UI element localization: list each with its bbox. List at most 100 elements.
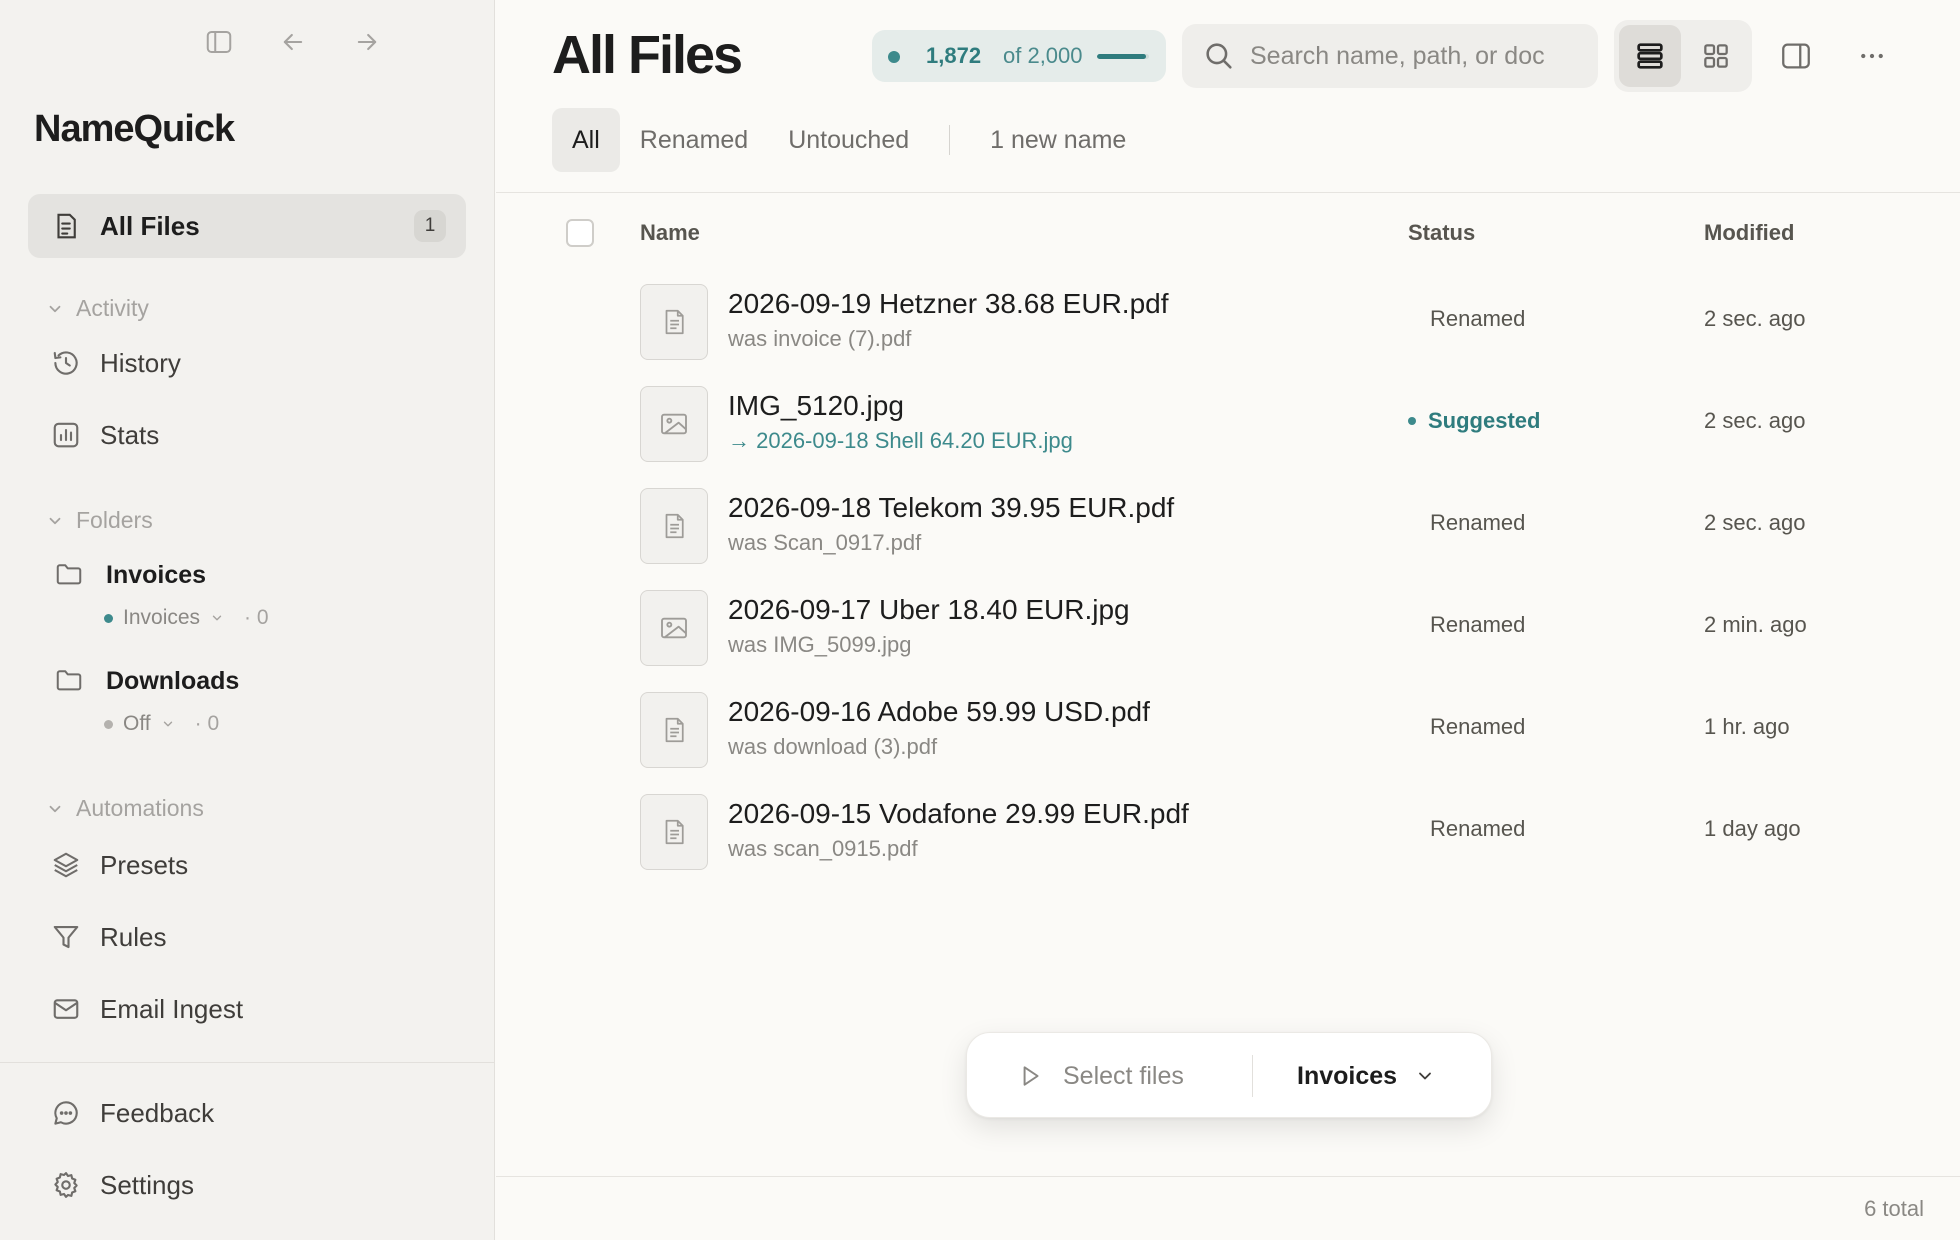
action-bar-divider: [1252, 1055, 1253, 1097]
modified-time: 2 sec. ago: [1704, 408, 1806, 433]
list-view-icon: [1637, 43, 1663, 69]
table-row[interactable]: 2026-09-19 Hetzner 38.68 EUR.pdf was inv…: [496, 270, 1960, 372]
search-box[interactable]: [1182, 24, 1598, 88]
target-folder-dropdown[interactable]: Invoices: [1297, 1055, 1435, 1097]
document-icon: [640, 794, 708, 870]
history-icon: [50, 347, 82, 379]
folder-name: Downloads: [106, 666, 240, 695]
status-label: Renamed: [1430, 816, 1526, 841]
document-icon: [640, 488, 708, 564]
section-header-automations[interactable]: Automations: [46, 795, 204, 822]
sidebar-item-label: Presets: [100, 849, 189, 880]
grid-view-button[interactable]: [1685, 25, 1747, 87]
modified-time: 1 hr. ago: [1704, 714, 1790, 739]
action-bar: Select files Invoices: [966, 1032, 1492, 1118]
section-header-label: Automations: [76, 795, 204, 821]
folder-preset-selector[interactable]: Invoices · 0: [104, 603, 269, 633]
table-row[interactable]: 2026-09-18 Telekom 39.95 EUR.pdf was Sca…: [496, 474, 1960, 576]
status-label: Suggested: [1428, 408, 1541, 433]
modified-time: 2 sec. ago: [1704, 510, 1806, 535]
footer-divider: [496, 1176, 1960, 1177]
sidebar-item-rules[interactable]: Rules: [28, 905, 466, 969]
folder-downloads[interactable]: Downloads Off · 0: [54, 661, 239, 739]
table-row[interactable]: 2026-09-16 Adobe 59.99 USD.pdf was downl…: [496, 678, 1960, 780]
main-content: All Files 1,872 of 2,000 All Renamed Unt…: [496, 0, 1960, 1240]
tab-all[interactable]: All: [552, 108, 620, 172]
play-icon: [1017, 1063, 1043, 1089]
sidebar-item-label: Rules: [100, 921, 167, 952]
folder-row[interactable]: Invoices: [54, 555, 269, 595]
sidebar-toggle-icon[interactable]: [203, 26, 235, 58]
section-header-folders[interactable]: Folders: [46, 507, 153, 534]
list-view-button[interactable]: [1619, 25, 1681, 87]
forward-arrow-icon[interactable]: [351, 26, 383, 58]
file-list-icon: [50, 210, 82, 242]
file-name: 2026-09-19 Hetzner 38.68 EUR.pdf: [728, 288, 1169, 319]
file-original-name: was invoice (7).pdf: [728, 326, 912, 351]
quota-total: of 2,000: [1003, 43, 1083, 68]
back-arrow-icon[interactable]: [277, 26, 309, 58]
folder-row[interactable]: Downloads: [54, 661, 239, 701]
gear-icon: [50, 1169, 82, 1201]
folder-icon: [54, 665, 86, 697]
file-original-name: was download (3).pdf: [728, 734, 938, 759]
chevron-down-icon: [1415, 1066, 1435, 1086]
document-icon: [640, 692, 708, 768]
section-header-label: Activity: [76, 295, 149, 321]
select-files-button[interactable]: Select files: [1017, 1055, 1184, 1097]
status-label: Renamed: [1430, 306, 1526, 331]
quota-indicator[interactable]: 1,872 of 2,000: [872, 30, 1166, 82]
header-divider: [496, 192, 1960, 193]
chevron-down-icon: [161, 717, 175, 731]
sidebar-item-email-ingest[interactable]: Email Ingest: [28, 977, 466, 1041]
sidebar-item-presets[interactable]: Presets: [28, 833, 466, 897]
new-names-filter[interactable]: 1 new name: [970, 108, 1146, 172]
sidebar-divider: [0, 1062, 495, 1063]
inspector-toggle-icon[interactable]: [1776, 36, 1816, 76]
column-header-name[interactable]: Name: [640, 220, 700, 246]
sidebar-item-label: Feedback: [100, 1097, 215, 1128]
more-options-icon[interactable]: [1852, 36, 1892, 76]
chevron-down-icon: [46, 300, 64, 318]
status-dot: [1408, 417, 1416, 425]
column-header-status[interactable]: Status: [1408, 220, 1475, 246]
select-files-label: Select files: [1063, 1061, 1184, 1090]
chevron-down-icon: [46, 512, 64, 530]
sidebar-item-all-files[interactable]: All Files 1: [28, 194, 466, 258]
file-original-name: was Scan_0917.pdf: [728, 530, 922, 555]
sidebar-item-stats[interactable]: Stats: [28, 403, 466, 467]
tab-renamed[interactable]: Renamed: [620, 108, 768, 172]
sidebar-item-label: Stats: [100, 419, 160, 450]
target-folder-label: Invoices: [1297, 1061, 1398, 1090]
sidebar-item-label: All Files: [100, 210, 200, 241]
table-row[interactable]: 2026-09-15 Vodafone 29.99 EUR.pdf was sc…: [496, 780, 1960, 882]
sidebar-item-label: Email Ingest: [100, 993, 244, 1024]
search-icon: [1202, 39, 1236, 73]
section-header-activity[interactable]: Activity: [46, 295, 149, 322]
column-header-modified[interactable]: Modified: [1704, 220, 1794, 246]
quota-progress-bar: [1097, 54, 1149, 59]
quota-progress-fill: [1097, 54, 1146, 59]
status-dot: [888, 51, 900, 63]
select-all-checkbox[interactable]: [566, 219, 594, 247]
folder-count: · 0: [194, 712, 220, 735]
window-controls: [203, 26, 383, 58]
suggested-name[interactable]: → 2026-09-18 Shell 64.20 EUR.jpg: [728, 428, 1073, 454]
folder-preset-selector[interactable]: Off · 0: [104, 709, 239, 739]
sidebar: NameQuick All Files 1 Activity History S…: [0, 0, 495, 1240]
tab-untouched[interactable]: Untouched: [768, 108, 929, 172]
chevron-down-icon: [210, 611, 224, 625]
modified-time: 1 day ago: [1704, 816, 1801, 841]
sidebar-item-settings[interactable]: Settings: [28, 1153, 466, 1217]
table-row[interactable]: 2026-09-17 Uber 18.40 EUR.jpg was IMG_50…: [496, 576, 1960, 678]
status-label: Renamed: [1430, 714, 1526, 739]
folder-invoices[interactable]: Invoices Invoices · 0: [54, 555, 269, 633]
sidebar-item-history[interactable]: History: [28, 331, 466, 395]
sidebar-item-feedback[interactable]: Feedback: [28, 1081, 466, 1145]
quota-used: 1,872: [926, 43, 982, 68]
bar-chart-icon: [50, 419, 82, 451]
table-row[interactable]: IMG_5120.jpg → 2026-09-18 Shell 64.20 EU…: [496, 372, 1960, 474]
image-icon: [640, 386, 708, 462]
file-name: IMG_5120.jpg: [728, 390, 904, 421]
search-input[interactable]: [1250, 41, 1556, 71]
